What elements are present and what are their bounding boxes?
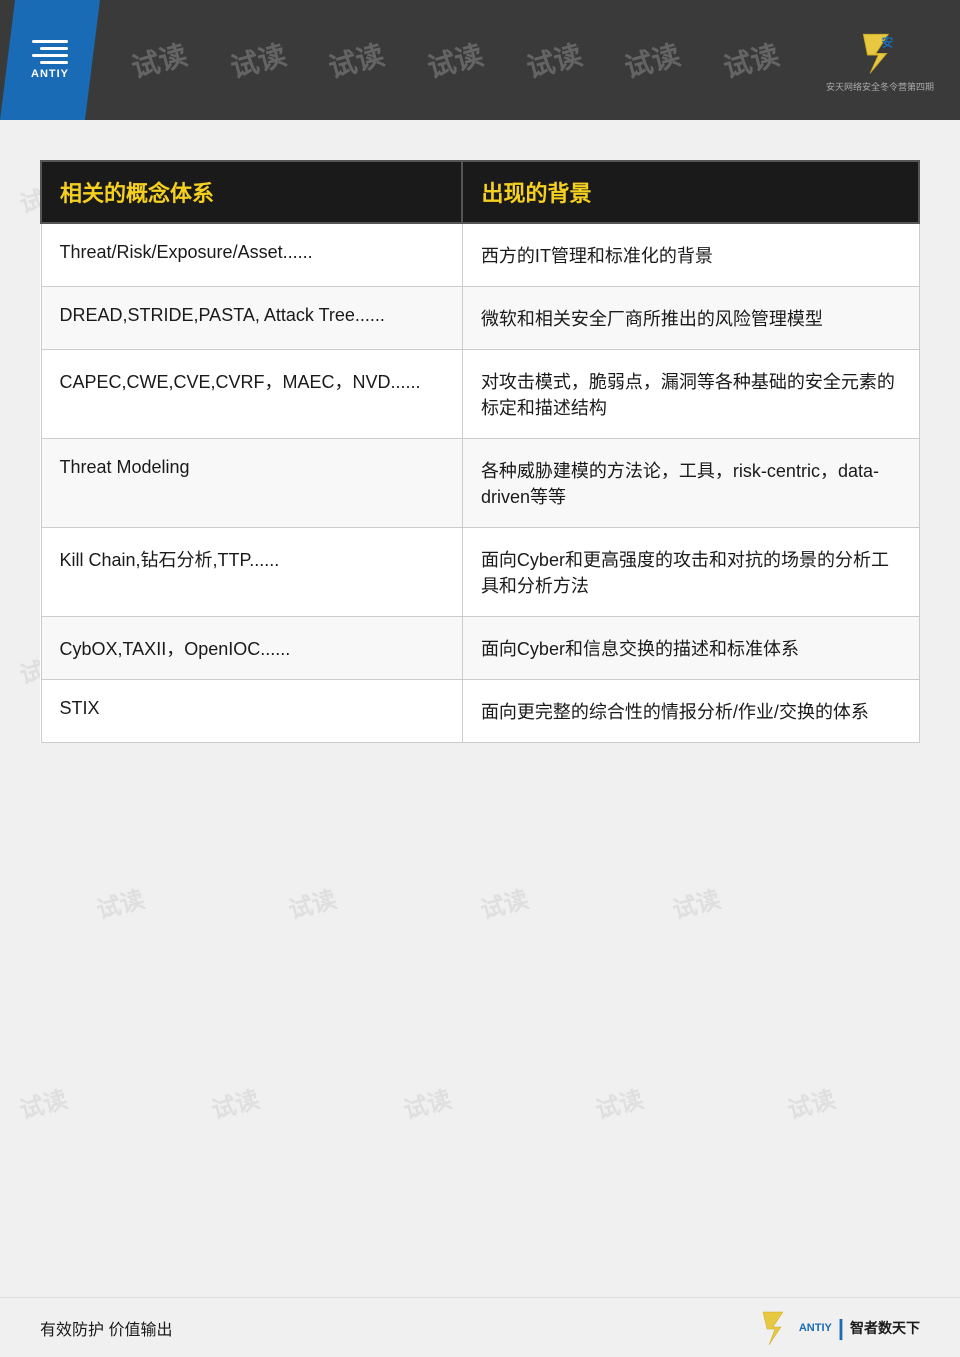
table-cell-right: 微软和相关安全厂商所推出的风险管理模型 — [462, 287, 919, 350]
table-cell-right: 面向Cyber和更高强度的攻击和对抗的场景的分析工具和分析方法 — [462, 528, 919, 617]
table-cell-left: Kill Chain,钻石分析,TTP...... — [41, 528, 462, 617]
table-row: CybOX,TAXII，OpenIOC......面向Cyber和信息交换的描述… — [41, 617, 919, 680]
header: ANTIY 试读 试读 试读 试读 试读 试读 试读 安 安天网络安全冬令营第四… — [0, 0, 960, 120]
table-header-row: 相关的概念体系 出现的背景 — [41, 161, 919, 223]
footer-logo-chinese: | — [838, 1315, 844, 1341]
watermark-2: 试读 — [226, 33, 290, 86]
watermark-5: 试读 — [521, 33, 585, 86]
logo-text: ANTIY — [31, 68, 69, 80]
header-right-logo: 安 安天网络安全冬令营第四期 — [810, 10, 950, 110]
table-cell-right: 各种威胁建模的方法论，工具，risk-centric，data-driven等等 — [462, 439, 919, 528]
right-logo-icon: 安 — [855, 28, 905, 78]
logo-line-2 — [40, 47, 68, 50]
logo-line-3 — [32, 54, 68, 57]
logo-lines — [32, 40, 68, 64]
table-cell-left: CAPEC,CWE,CVE,CVRF，MAEC，NVD...... — [41, 350, 462, 439]
table-row: Threat/Risk/Exposure/Asset......西方的IT管理和… — [41, 223, 919, 287]
data-table: 相关的概念体系 出现的背景 Threat/Risk/Exposure/Asset… — [40, 160, 920, 743]
table-cell-left: CybOX,TAXII，OpenIOC...... — [41, 617, 462, 680]
watermark-4: 试读 — [423, 33, 487, 86]
watermark-7: 试读 — [718, 33, 782, 86]
table-cell-right: 西方的IT管理和标准化的背景 — [462, 223, 919, 287]
footer: 有效防护 价值输出 ANTIY | 智者数天下 — [0, 1297, 960, 1357]
table-row: Threat Modeling各种威胁建模的方法论，工具，risk-centri… — [41, 439, 919, 528]
table-cell-left: DREAD,STRIDE,PASTA, Attack Tree...... — [41, 287, 462, 350]
table-cell-right: 面向Cyber和信息交换的描述和标准体系 — [462, 617, 919, 680]
watermark-6: 试读 — [620, 33, 684, 86]
logo-line-4 — [40, 61, 68, 64]
table-cell-right: 对攻击模式，脆弱点，漏洞等各种基础的安全元素的标定和描述结构 — [462, 350, 919, 439]
table-body: Threat/Risk/Exposure/Asset......西方的IT管理和… — [41, 223, 919, 743]
footer-logo-icon — [757, 1309, 795, 1347]
footer-left-text: 有效防护 价值输出 — [40, 1316, 172, 1340]
header-watermarks: 试读 试读 试读 试读 试读 试读 试读 — [110, 0, 800, 120]
table-row: DREAD,STRIDE,PASTA, Attack Tree......微软和… — [41, 287, 919, 350]
table-row: CAPEC,CWE,CVE,CVRF，MAEC，NVD......对攻击模式，脆… — [41, 350, 919, 439]
footer-logo-sub: 智者数天下 — [850, 1318, 920, 1338]
table-row: Kill Chain,钻石分析,TTP......面向Cyber和更高强度的攻击… — [41, 528, 919, 617]
watermark-1: 试读 — [127, 33, 191, 86]
watermark-3: 试读 — [324, 33, 388, 86]
svg-text:安: 安 — [882, 35, 894, 49]
header-col-right: 出现的背景 — [462, 161, 919, 223]
table-row: STIX面向更完整的综合性的情报分析/作业/交换的体系 — [41, 680, 919, 743]
antiy-logo: ANTIY — [0, 0, 100, 120]
table-cell-left: Threat Modeling — [41, 439, 462, 528]
logo-line-1 — [32, 40, 68, 43]
table-cell-left: STIX — [41, 680, 462, 743]
table-cell-left: Threat/Risk/Exposure/Asset...... — [41, 223, 462, 287]
main-content: 相关的概念体系 出现的背景 Threat/Risk/Exposure/Asset… — [40, 160, 920, 1257]
header-col-left: 相关的概念体系 — [41, 161, 462, 223]
table-cell-right: 面向更完整的综合性的情报分析/作业/交换的体系 — [462, 680, 919, 743]
footer-brand-name: ANTIY — [799, 1322, 832, 1334]
right-logo-subtext: 安天网络安全冬令营第四期 — [826, 80, 934, 93]
footer-right: ANTIY | 智者数天下 — [757, 1309, 920, 1347]
